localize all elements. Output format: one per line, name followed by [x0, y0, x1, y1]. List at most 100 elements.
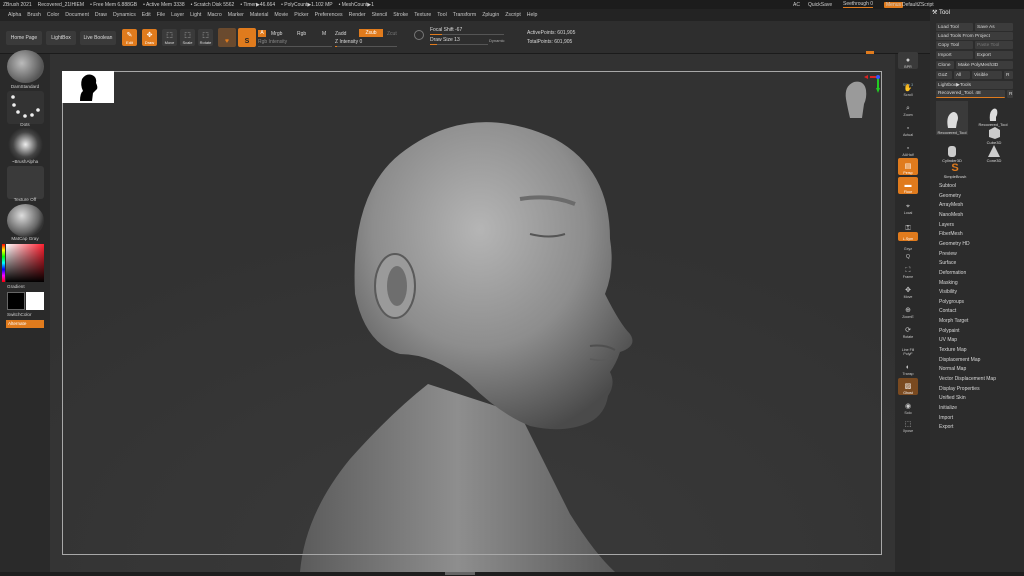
aahalf-button[interactable]: ▫ AAHalf [898, 140, 918, 157]
focal-shift-slider[interactable]: Focal Shift -67 [430, 27, 504, 35]
tool-menu-masking[interactable]: Masking [939, 280, 958, 286]
tool-menu-fibermesh[interactable]: FiberMesh [939, 231, 963, 237]
clone-button[interactable]: Clone [936, 61, 954, 69]
tool-menu-uv-map[interactable]: UV Map [939, 337, 957, 343]
home-page-button[interactable]: Home Page [6, 31, 42, 45]
draw-size-slider[interactable]: Draw Size 13 [430, 37, 488, 45]
menu-stencil[interactable]: Stencil [372, 12, 388, 18]
zadd-button[interactable]: Zadd [335, 31, 346, 37]
material-swatch[interactable]: ♥ [218, 28, 236, 47]
zsub-button[interactable]: Zsub [359, 29, 383, 37]
move-view-button[interactable]: ✥ Move [898, 282, 918, 299]
menus-button[interactable]: Menus [884, 1, 904, 8]
zoom-button[interactable]: ⌕ Zoom [898, 100, 918, 117]
actual-button[interactable]: ▫ Actual [898, 120, 918, 137]
menu-stroke[interactable]: Stroke [393, 12, 408, 18]
m-button[interactable]: M [322, 31, 326, 37]
live-boolean-button[interactable]: Live Boolean [80, 31, 116, 45]
tool-menu-import[interactable]: Import [939, 415, 953, 421]
menu-render[interactable]: Render [349, 12, 366, 18]
lsym-button[interactable]: L.Sym [898, 232, 918, 241]
tool-menu-arraymesh[interactable]: ArrayMesh [939, 202, 963, 208]
menu-light[interactable]: Light [190, 12, 201, 18]
navigation-gizmo[interactable] [836, 74, 886, 124]
edit-button[interactable]: ✎ Edit [122, 29, 137, 46]
menu-layer[interactable]: Layer [171, 12, 184, 18]
tool-menu-displacement-map[interactable]: Displacement Map [939, 357, 980, 363]
tool-thumb-recovered-main[interactable]: Recovered_Tool [936, 101, 968, 135]
menu-color[interactable]: Color [47, 12, 59, 18]
tool-menu-normal-map[interactable]: Normal Map [939, 366, 966, 372]
tool-menu-visibility[interactable]: Visibility [939, 289, 957, 295]
stroke-thumbnail[interactable] [7, 91, 44, 124]
tool-menu-surface[interactable]: Surface [939, 260, 956, 266]
tool-menu-nanomesh[interactable]: NanoMesh [939, 212, 963, 218]
menu-zplugin[interactable]: Zplugin [482, 12, 499, 18]
tool-menu-geometry-hd[interactable]: Geometry HD [939, 241, 970, 247]
a-button[interactable]: A [258, 30, 266, 37]
menu-texture[interactable]: Texture [414, 12, 431, 18]
local-button[interactable]: ⌖ Local [898, 198, 918, 215]
texture-thumbnail[interactable] [7, 166, 44, 199]
menu-draw[interactable]: Draw [95, 12, 107, 18]
frame-button[interactable]: ⛶ Frame [898, 262, 918, 279]
tool-menu-layers[interactable]: Layers [939, 222, 954, 228]
paste-tool-button[interactable]: Paste Tool [975, 41, 1013, 49]
alpha-thumbnail[interactable] [7, 128, 44, 161]
tool-menu-subtool[interactable]: Subtool [939, 183, 956, 189]
menu-movie[interactable]: Movie [274, 12, 288, 18]
polyf-button[interactable]: Line Fill PolyF [898, 342, 918, 356]
rotate-button[interactable]: ⬚ Rotate [198, 29, 213, 46]
zcut-button[interactable]: Zcut [387, 31, 397, 37]
rgb-intensity-slider[interactable]: Rgb Intensity [258, 39, 332, 47]
tool-menu-vector-displacement-map[interactable]: Vector Displacement Map [939, 376, 996, 382]
bpr-button[interactable]: ● BPR [898, 52, 918, 69]
menu-alpha[interactable]: Alpha [8, 12, 21, 18]
menu-tool[interactable]: Tool [437, 12, 447, 18]
goz-button[interactable]: GoZ [936, 71, 952, 79]
move-button[interactable]: ⬚ Move [162, 29, 177, 46]
persp-button[interactable]: ▤ Persp [898, 158, 918, 175]
mrgb-button[interactable]: Mrgb [271, 31, 282, 37]
lazy-mouse-icon[interactable] [414, 30, 424, 40]
all-button[interactable]: All [954, 71, 970, 79]
recovered-r-button[interactable]: R [1007, 90, 1013, 98]
menu-help[interactable]: Help [527, 12, 538, 18]
color-picker[interactable] [6, 244, 44, 282]
gxyz-button[interactable]: Gxyz [898, 242, 918, 251]
menu-document[interactable]: Document [65, 12, 89, 18]
tool-menu-polygroups[interactable]: Polygroups [939, 299, 964, 305]
menu-edit[interactable]: Edit [142, 12, 151, 18]
tool-menu-export[interactable]: Export [939, 424, 953, 430]
tool-menu-deformation[interactable]: Deformation [939, 270, 966, 276]
menu-marker[interactable]: Marker [228, 12, 244, 18]
secondary-color-swatch[interactable] [26, 292, 44, 310]
zoom-view-button[interactable]: ⊕ ZoomE [898, 302, 918, 319]
tool-menu-texture-map[interactable]: Texture Map [939, 347, 967, 353]
save-as-button[interactable]: Save As [975, 23, 1013, 31]
q-button[interactable]: Q [898, 252, 918, 261]
quicksave-button[interactable]: QuickSave [808, 2, 832, 8]
z-intensity-slider[interactable]: Z Intensity 0 [335, 39, 397, 47]
tool-thumb-simplebrush[interactable]: S SimpleBrush [940, 151, 970, 179]
menu-dynamics[interactable]: Dynamics [113, 12, 136, 18]
floor-button[interactable]: ▬ Floor [898, 177, 918, 194]
tool-menu-contact[interactable]: Contact [939, 308, 956, 314]
tool-title-row[interactable]: ⚒ Tool [932, 9, 950, 16]
alternate-button[interactable]: Alternate [6, 320, 44, 328]
tool-menu-morph-target[interactable]: Morph Target [939, 318, 968, 324]
menu-zscript[interactable]: Zscript [505, 12, 521, 18]
make-polymesh-button[interactable]: Make PolyMesh3D [956, 61, 1013, 69]
lightbox-tools-button[interactable]: Lightbox▶Tools [936, 81, 1013, 89]
lightbox-button[interactable]: LightBox [46, 31, 76, 45]
rgb-button[interactable]: Rgb [297, 31, 306, 37]
import-button[interactable]: Import [936, 51, 973, 59]
menu-picker[interactable]: Picker [294, 12, 308, 18]
tool-menu-geometry[interactable]: Geometry [939, 193, 961, 199]
hue-strip[interactable] [2, 244, 5, 282]
brush-swatch[interactable]: S [238, 28, 256, 47]
rotate-view-button[interactable]: ⟳ Rotate [898, 322, 918, 339]
dynamic-button[interactable]: Dynamic [489, 38, 505, 43]
menu-macro[interactable]: Macro [207, 12, 221, 18]
tool-menu-display-properties[interactable]: Display Properties [939, 386, 980, 392]
